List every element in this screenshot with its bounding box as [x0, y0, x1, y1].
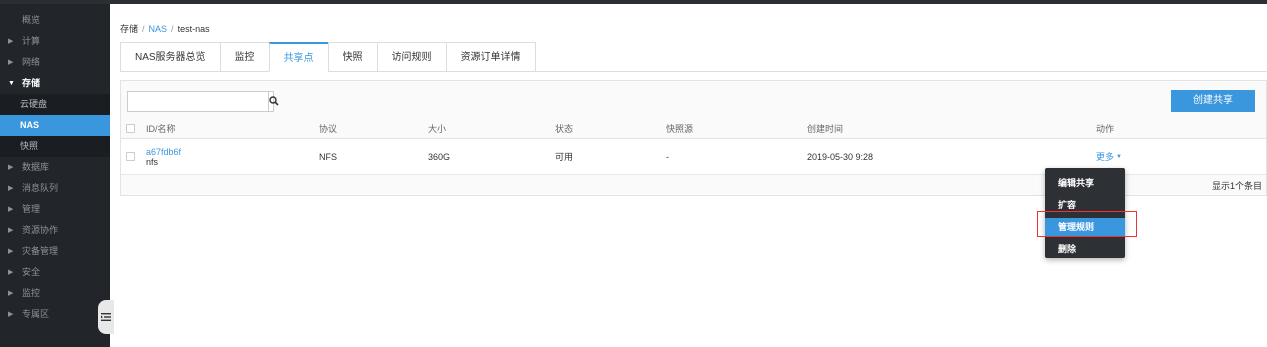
menu-item-expand[interactable]: 扩容 — [1045, 196, 1125, 214]
menu-item-delete[interactable]: 删除 — [1045, 240, 1125, 258]
sidebar-item-label: 监控 — [22, 288, 41, 298]
tab-monitor[interactable]: 监控 — [219, 42, 269, 72]
header-protocol: 协议 — [319, 123, 338, 134]
sidebar-item-label: 消息队列 — [22, 183, 59, 193]
caret-right-icon: ▶ — [8, 248, 14, 255]
header-status: 状态 — [555, 123, 574, 134]
sidebar-item-management[interactable]: ▶ 管理 — [0, 199, 110, 220]
search-button[interactable] — [268, 92, 279, 111]
breadcrumb-storage: 存储 — [120, 24, 139, 34]
sidebar-item-label: 概览 — [22, 15, 41, 25]
sidebar-item-storage[interactable]: ▼ 存储 — [0, 73, 110, 94]
caret-right-icon: ▶ — [8, 206, 14, 213]
tab-bar: NAS服务器总览 监控 共享点 快照 访问规则 资源订单详情 — [120, 42, 536, 72]
caret-down-icon: ▼ — [8, 80, 15, 87]
header-created-time: 创建时间 — [807, 123, 844, 134]
header-id-name: ID/名称 — [146, 123, 176, 134]
sidebar-item-label: 计算 — [22, 36, 41, 46]
more-label: 更多 — [1096, 152, 1115, 162]
sidebar-item-label: 专属区 — [22, 309, 50, 319]
menu-item-manage-rules[interactable]: 管理规则 — [1045, 218, 1125, 236]
search-input[interactable] — [128, 92, 268, 111]
entry-count: 显示1个条目 — [1211, 181, 1262, 191]
sidebar-item-label: 存储 — [22, 78, 41, 88]
sidebar-item-label: 云硬盘 — [20, 99, 48, 109]
caret-right-icon: ▶ — [8, 59, 14, 66]
select-all-checkbox[interactable] — [126, 123, 135, 133]
cell-size: 360G — [428, 151, 451, 162]
sidebar-item-cloud-disk[interactable]: 云硬盘 — [0, 94, 110, 115]
menu-item-edit-share[interactable]: 编辑共享 — [1045, 174, 1125, 192]
table-header: ID/名称 协议 大小 状态 快照源 创建时间 动作 — [121, 118, 1266, 139]
sidebar: 概览 ▶ 计算 ▶ 网络 ▼ 存储 云硬盘 NAS 快照 ▶ 数据库 ▶ 消息队列 ▶ 管理… — [0, 4, 110, 347]
sidebar-item-resource-collab[interactable]: ▶ 资源协作 — [0, 220, 110, 241]
tab-nas-overview[interactable]: NAS服务器总览 — [120, 42, 220, 72]
sidebar-item-compute[interactable]: ▶ 计算 — [0, 31, 110, 52]
create-share-button[interactable]: 创建共享 — [1171, 90, 1255, 112]
breadcrumb-nas-link[interactable]: NAS — [149, 24, 168, 34]
cell-created-time: 2019-05-30 9:28 — [807, 151, 874, 162]
caret-right-icon: ▶ — [8, 38, 14, 45]
caret-right-icon: ▶ — [8, 269, 14, 276]
header-snapshot-source: 快照源 — [666, 123, 694, 134]
more-actions-menu: 编辑共享 扩容 管理规则 删除 — [1045, 168, 1125, 258]
sidebar-item-message-queue[interactable]: ▶ 消息队列 — [0, 178, 110, 199]
caret-right-icon: ▶ — [8, 185, 14, 192]
header-action: 动作 — [1096, 123, 1115, 134]
tab-snapshot[interactable]: 快照 — [327, 42, 377, 72]
breadcrumb-separator: / — [171, 24, 174, 34]
share-id-link[interactable]: a67fdb6f — [146, 147, 181, 157]
sidebar-item-overview[interactable]: 概览 — [0, 10, 110, 31]
sidebar-item-label: 管理 — [22, 204, 41, 214]
sidebar-item-disaster-recovery[interactable]: ▶ 灾备管理 — [0, 241, 110, 262]
sidebar-item-network[interactable]: ▶ 网络 — [0, 52, 110, 73]
sidebar-item-label: 网络 — [22, 57, 41, 67]
caret-right-icon: ▶ — [8, 164, 14, 171]
sidebar-item-label: 灾备管理 — [22, 246, 59, 256]
tab-share-points[interactable]: 共享点 — [268, 42, 328, 72]
caret-down-icon: ▼ — [1116, 153, 1122, 160]
caret-right-icon: ▶ — [8, 227, 14, 234]
breadcrumb-current: test-nas — [177, 24, 210, 34]
breadcrumb: 存储 / NAS / test-nas — [120, 22, 210, 35]
header-size: 大小 — [428, 123, 447, 134]
sidebar-item-label: 数据库 — [22, 162, 50, 172]
cell-snapshot-source: - — [666, 151, 669, 162]
tab-access-rules[interactable]: 访问规则 — [376, 42, 446, 72]
share-name: nfs — [146, 156, 159, 167]
sidebar-item-database[interactable]: ▶ 数据库 — [0, 157, 110, 178]
sidebar-item-nas[interactable]: NAS — [0, 115, 110, 136]
search-icon — [269, 95, 279, 109]
sidebar-item-label: 快照 — [20, 141, 39, 151]
sidebar-item-label: NAS — [20, 120, 40, 130]
caret-right-icon: ▶ — [8, 311, 14, 318]
sidebar-item-label: 安全 — [22, 267, 41, 277]
search-box — [127, 91, 279, 112]
sidebar-item-snapshot[interactable]: 快照 — [0, 136, 110, 157]
sidebar-item-label: 资源协作 — [22, 225, 59, 235]
cell-status: 可用 — [555, 152, 574, 162]
sidebar-item-security[interactable]: ▶ 安全 — [0, 262, 110, 283]
cell-protocol: NFS — [319, 151, 337, 162]
caret-right-icon: ▶ — [8, 290, 14, 297]
tab-order-details[interactable]: 资源订单详情 — [445, 42, 536, 72]
breadcrumb-separator: / — [142, 24, 145, 34]
sidebar-item-dedicated-zone[interactable]: ▶ 专属区 — [0, 304, 110, 325]
sidebar-item-monitor[interactable]: ▶ 监控 — [0, 283, 110, 304]
row-checkbox[interactable] — [126, 152, 135, 161]
